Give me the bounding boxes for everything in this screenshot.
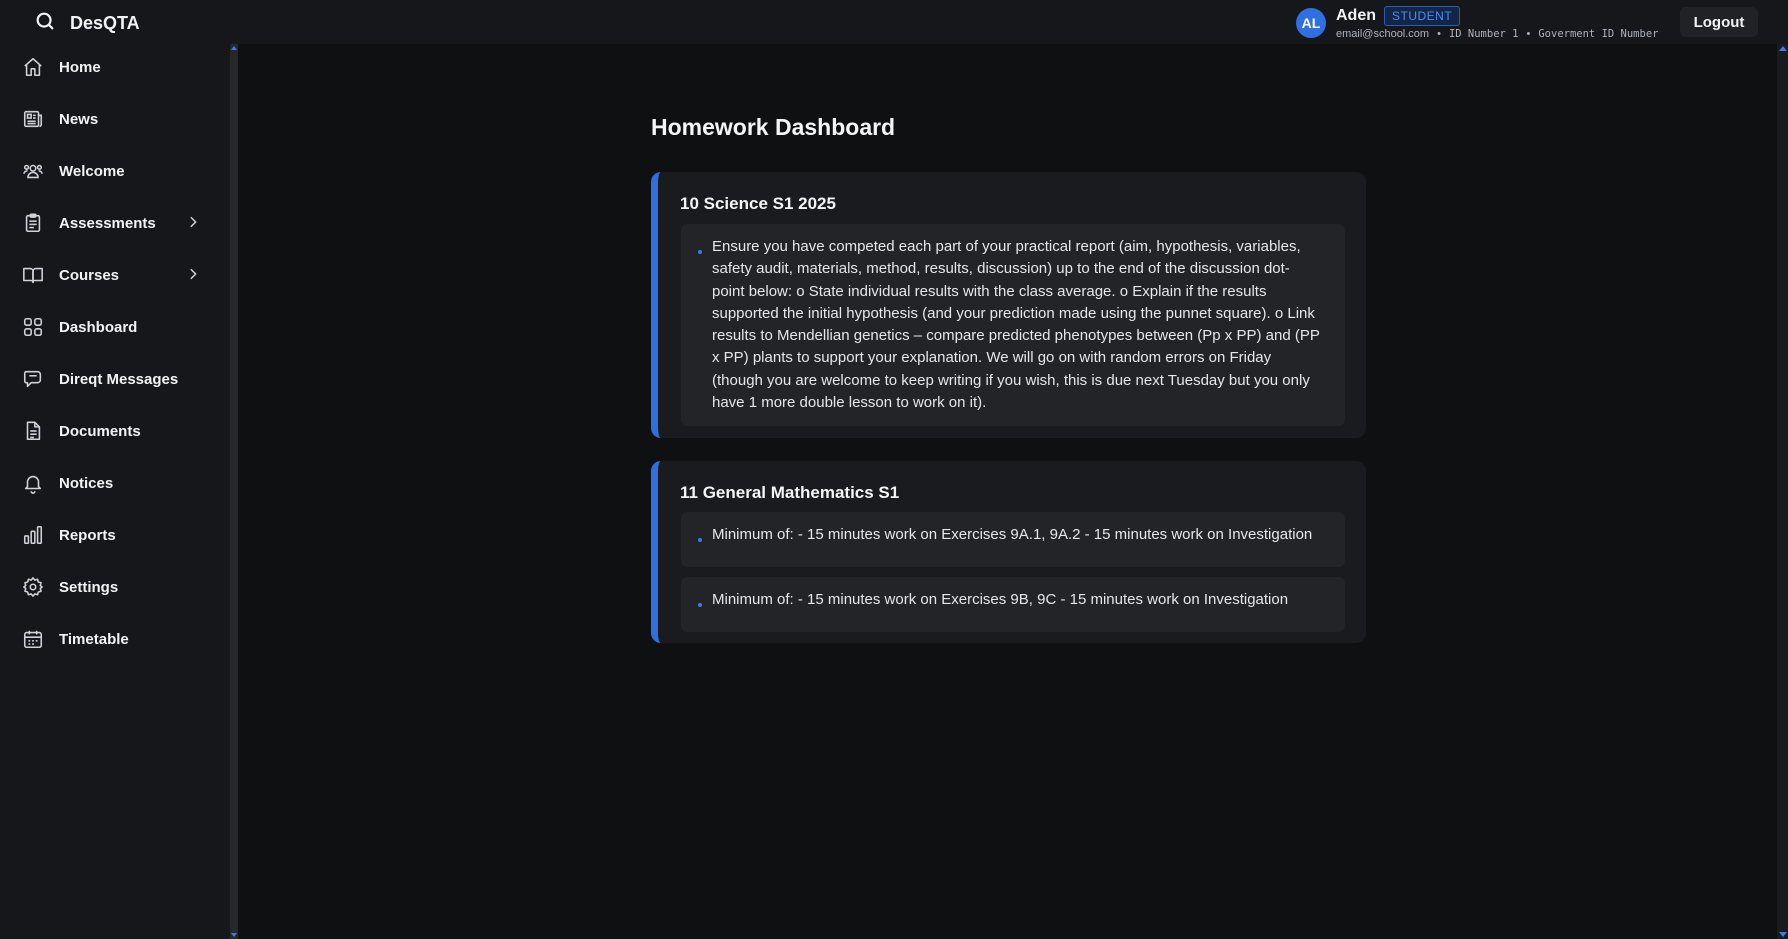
sidebar-item-home[interactable]: Home — [22, 47, 212, 87]
bell-icon — [22, 472, 44, 494]
user-email: email@school.com — [1336, 28, 1430, 40]
page-title: Homework Dashboard — [651, 114, 896, 140]
chevron-right-icon[interactable] — [186, 267, 200, 281]
user-info: Aden STUDENT email@school.com • ID Numbe… — [1336, 6, 1658, 40]
user-gov-id: Goverment ID Number — [1538, 28, 1659, 40]
sidebar-item-dashboard[interactable]: Dashboard — [22, 307, 212, 347]
sidebar-item-label: News — [59, 110, 99, 128]
subject-title: 11 General Mathematics S1 — [680, 483, 900, 502]
homework-item: Minimum of: - 15 minutes work on Exercis… — [681, 577, 1345, 632]
bullet-dot-icon — [698, 603, 702, 607]
homework-item: Ensure you have competed each part of yo… — [681, 224, 1345, 426]
sidebar-item-label: Timetable — [59, 630, 129, 648]
homework-text: Minimum of: - 15 minutes work on Exercis… — [712, 591, 1289, 608]
sidebar-item-label: Courses — [59, 266, 120, 284]
chat-icon — [22, 368, 44, 390]
clipboard-icon — [22, 212, 44, 234]
meta-separator: • — [1526, 28, 1531, 40]
document-icon — [22, 420, 44, 442]
sidebar-item-label: Assessments — [59, 214, 156, 232]
homework-card: 10 Science S1 2025 Ensure you have compe… — [651, 172, 1366, 438]
top-bar: DesQTA AL Aden STUDENT email@school.com … — [0, 0, 1788, 44]
chevron-right-icon[interactable] — [186, 215, 200, 229]
homework-card: 11 General Mathematics S1 Minimum of: - … — [651, 461, 1366, 643]
sidebar-item-settings[interactable]: Settings — [22, 567, 212, 607]
sidebar-item-reports[interactable]: Reports — [22, 515, 212, 555]
sidebar-item-timetable[interactable]: Timetable — [22, 619, 212, 659]
scroll-up-arrow-icon[interactable] — [231, 46, 237, 50]
sidebar-item-news[interactable]: News — [22, 99, 212, 139]
homework-item: Minimum of: - 15 minutes work on Exercis… — [681, 512, 1345, 567]
user-profile[interactable]: AL Aden STUDENT email@school.com • ID Nu… — [1296, 6, 1658, 40]
grid-icon — [22, 316, 44, 338]
sidebar-item-label: Direqt Messages — [59, 370, 179, 388]
newspaper-icon — [22, 108, 44, 130]
sidebar-item-welcome[interactable]: Welcome — [22, 151, 212, 191]
sidebar: Home News Welcome Assessments Courses Da… — [0, 44, 230, 939]
sidebar-item-label: Settings — [59, 578, 119, 596]
homework-text: Minimum of: - 15 minutes work on Exercis… — [712, 526, 1313, 543]
sidebar-item-direqt-messages[interactable]: Direqt Messages — [22, 359, 212, 399]
sidebar-item-notices[interactable]: Notices — [22, 463, 212, 503]
sidebar-item-label: Dashboard — [59, 318, 138, 336]
sidebar-item-label: Documents — [59, 422, 141, 440]
sidebar-item-label: Notices — [59, 474, 114, 492]
app-name: DesQTA — [70, 12, 140, 33]
home-icon — [22, 56, 44, 78]
sidebar-scrollbar[interactable] — [230, 44, 238, 939]
bullet-dot-icon — [698, 538, 702, 542]
subject-title: 10 Science S1 2025 — [680, 194, 836, 213]
users-icon — [22, 160, 44, 182]
sidebar-item-assessments[interactable]: Assessments — [22, 203, 212, 243]
calendar-icon — [22, 628, 44, 650]
logout-button[interactable]: Logout — [1680, 7, 1758, 37]
main-scrollbar[interactable] — [1777, 44, 1788, 939]
sidebar-item-documents[interactable]: Documents — [22, 411, 212, 451]
avatar[interactable]: AL — [1296, 8, 1326, 38]
user-name: Aden — [1336, 7, 1376, 24]
gear-icon — [22, 576, 44, 598]
book-open-icon — [22, 264, 44, 286]
user-meta: email@school.com • ID Number 1 • Goverme… — [1336, 28, 1658, 40]
sidebar-item-label: Home — [59, 58, 101, 76]
bullet-dot-icon — [698, 250, 702, 254]
user-id-number: ID Number 1 — [1448, 28, 1519, 40]
sidebar-item-courses[interactable]: Courses — [22, 255, 212, 295]
meta-separator: • — [1437, 28, 1441, 40]
sidebar-item-label: Reports — [59, 526, 116, 544]
brand[interactable]: DesQTA — [34, 10, 140, 36]
sidebar-item-label: Welcome — [59, 162, 125, 180]
role-badge: STUDENT — [1384, 6, 1461, 26]
homework-text: Ensure you have competed each part of yo… — [712, 238, 1320, 412]
scroll-down-arrow-icon[interactable] — [231, 933, 237, 937]
search-icon[interactable] — [34, 10, 56, 37]
scroll-down-arrow-icon[interactable] — [1779, 932, 1787, 937]
scroll-up-arrow-icon[interactable] — [1779, 46, 1787, 51]
bar-chart-icon — [22, 524, 44, 546]
